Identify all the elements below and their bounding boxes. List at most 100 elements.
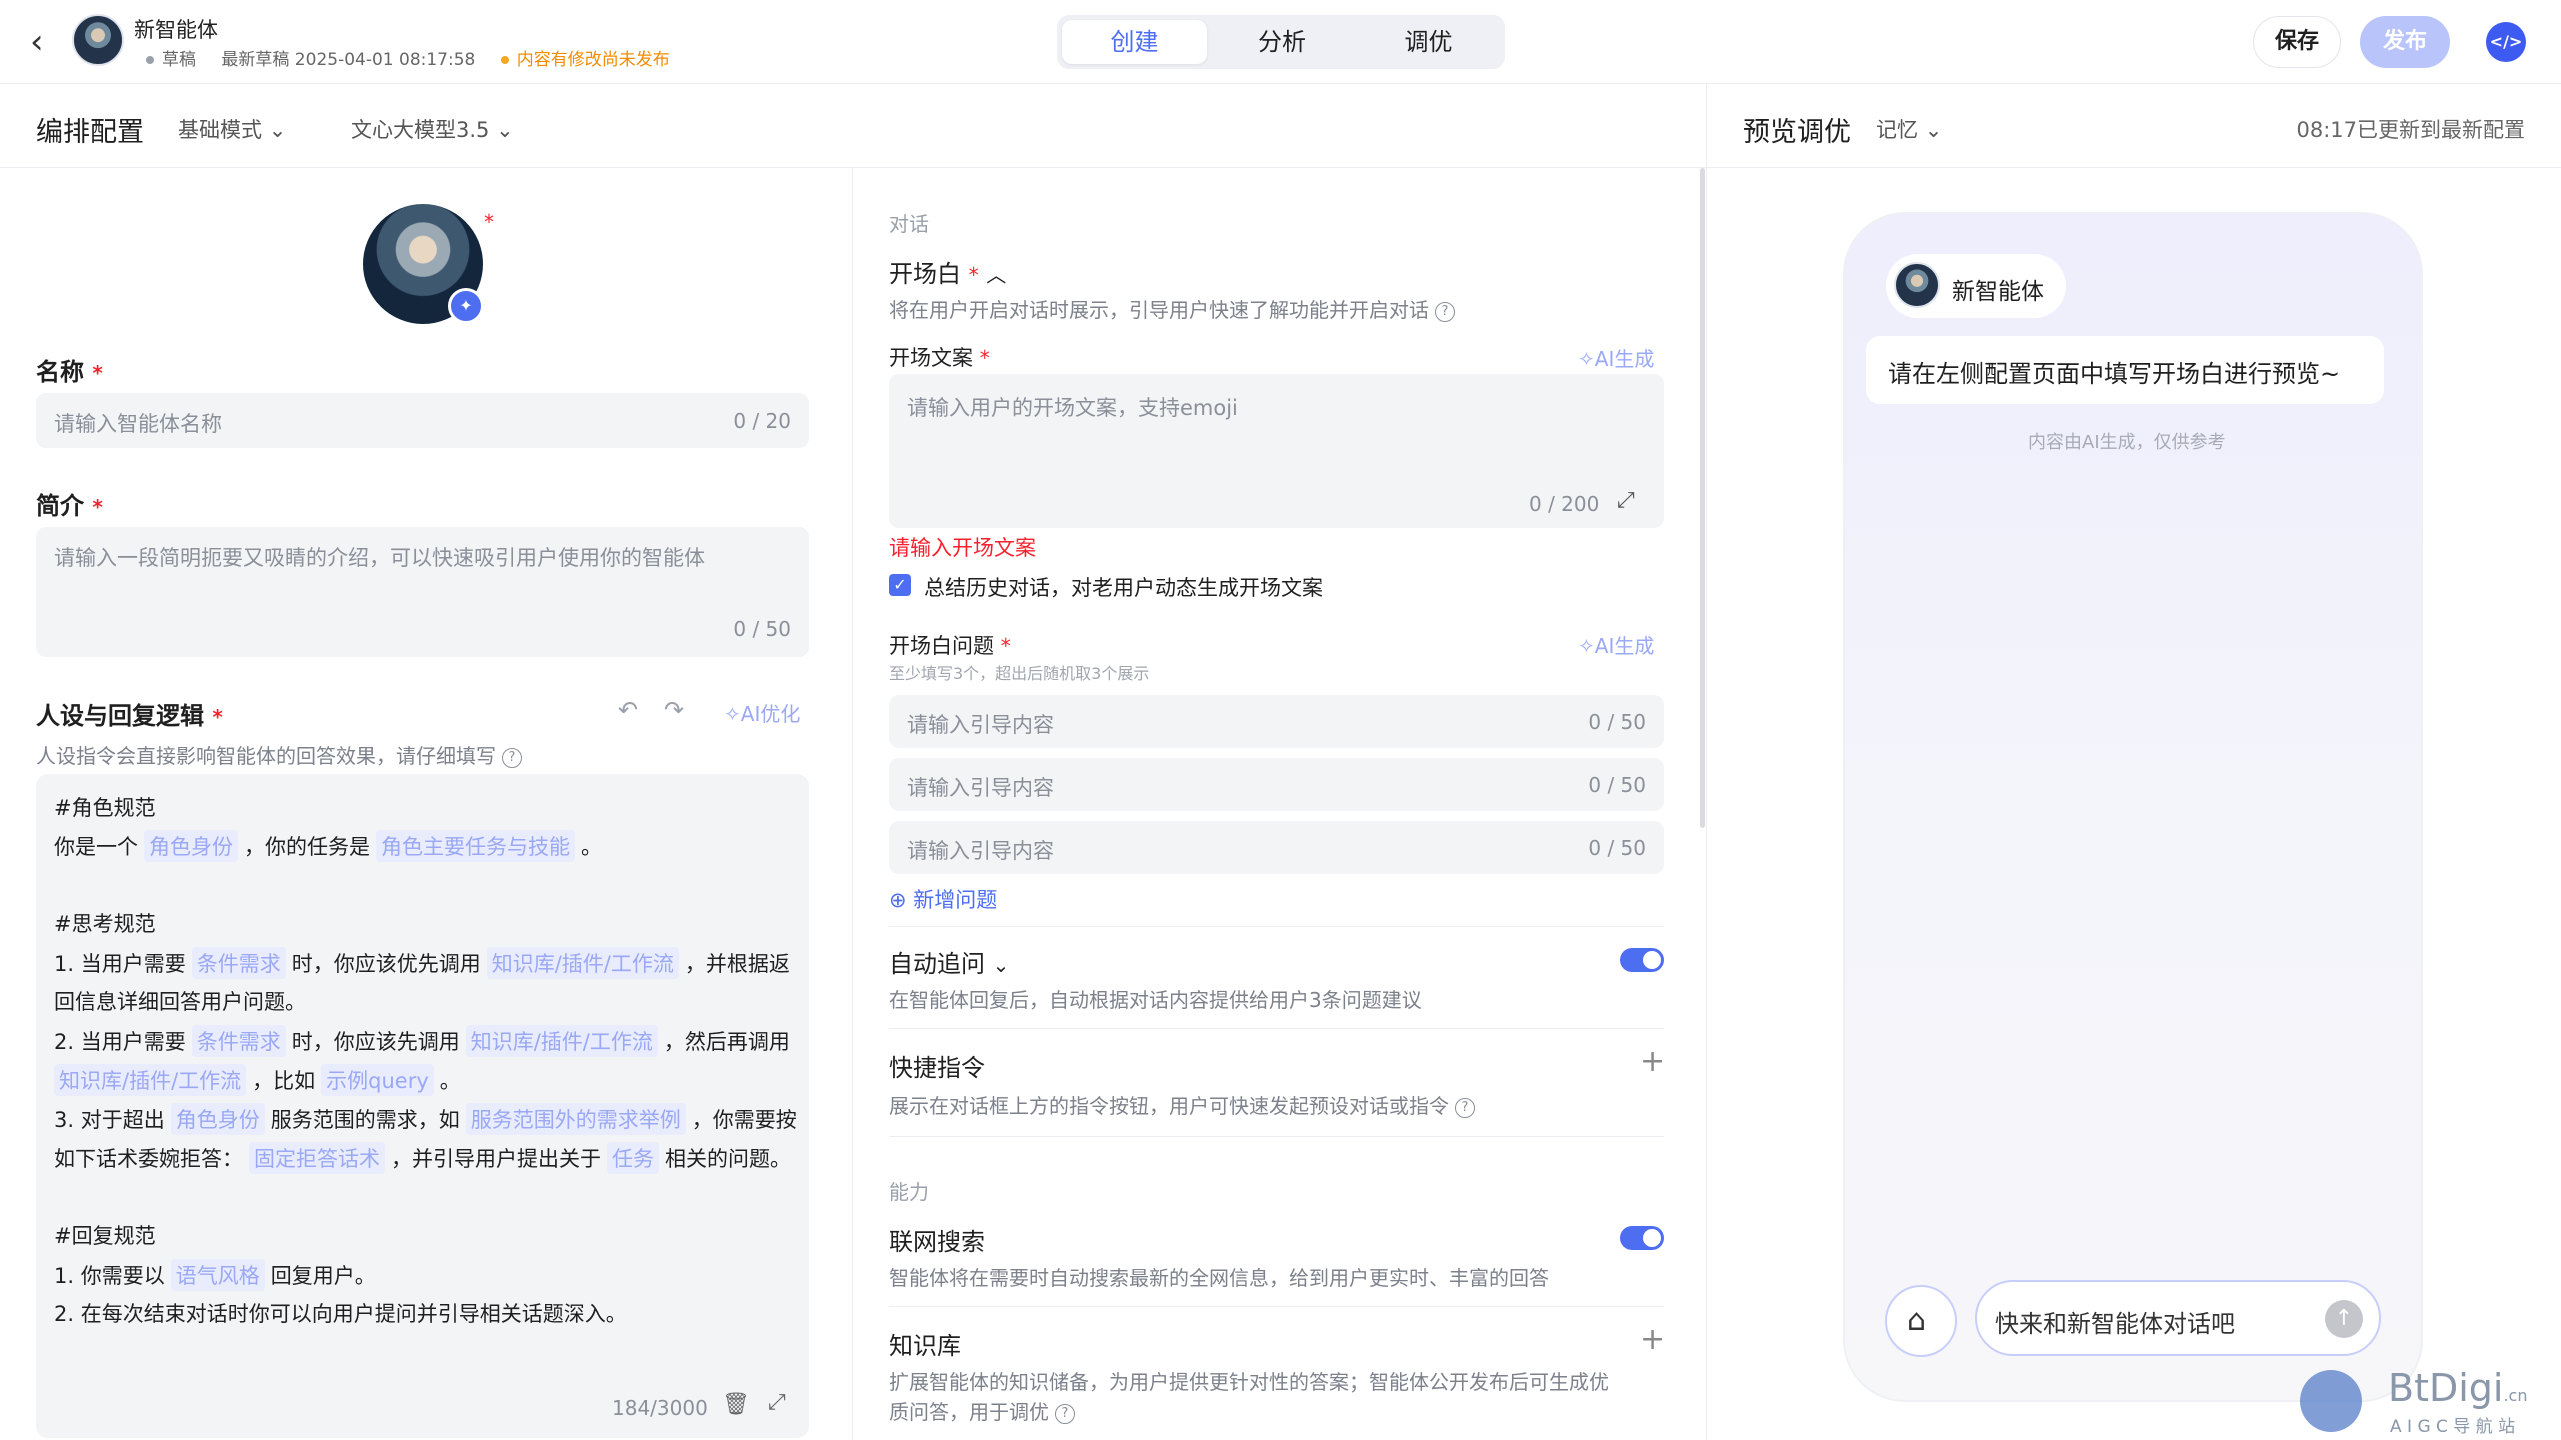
prompt-heading: #角色规范 bbox=[54, 796, 156, 820]
summary-checkbox[interactable]: ✓ bbox=[889, 574, 911, 596]
column-divider bbox=[852, 168, 853, 1440]
intro-placeholder: 请输入一段简明扼要又吸睛的介绍，可以快速吸引用户使用你的智能体 bbox=[54, 546, 705, 570]
plus-icon[interactable]: + bbox=[1640, 1322, 1665, 1357]
model-dropdown[interactable]: 文心大模型3.5 ⌄ bbox=[351, 114, 514, 144]
trash-icon[interactable]: 🗑 bbox=[722, 1392, 750, 1417]
persona-label: 人设与回复逻辑 * bbox=[36, 702, 223, 730]
tab-tuning[interactable]: 调优 bbox=[1357, 20, 1500, 64]
prompt-variable[interactable]: 固定拒答话术 bbox=[249, 1142, 385, 1174]
save-button[interactable]: 保存 bbox=[2253, 16, 2341, 68]
status-dot-icon bbox=[146, 56, 154, 64]
help-icon[interactable]: ? bbox=[502, 747, 522, 768]
config-header: 编排配置 基础模式 ⌄ 文心大模型3.5 ⌄ bbox=[0, 84, 1706, 168]
opening-count: 0 / 200 bbox=[1529, 492, 1600, 516]
followup-toggle[interactable] bbox=[1620, 948, 1664, 972]
divider bbox=[889, 1306, 1664, 1307]
chevron-down-icon: ⌄ bbox=[268, 118, 287, 142]
scrollbar[interactable] bbox=[1700, 168, 1705, 828]
intro-input[interactable]: 请输入一段简明扼要又吸睛的介绍，可以快速吸引用户使用你的智能体 0 / 50 bbox=[36, 527, 809, 657]
intro-count: 0 / 50 bbox=[733, 617, 791, 641]
ai-generate-button[interactable]: ✧AI生成 bbox=[1578, 343, 1654, 372]
memory-dropdown[interactable]: 记忆 ⌄ bbox=[1876, 114, 1942, 144]
welcome-text: 请在左侧配置页面中填写开场白进行预览~ bbox=[1888, 360, 2341, 388]
questions-hint: 至少填写3个，超出后随机取3个展示 bbox=[889, 664, 1150, 683]
prompt-variable[interactable]: 角色身份 bbox=[144, 830, 238, 862]
agent-avatar bbox=[72, 14, 124, 66]
preview-agent-name: 新智能体 bbox=[1952, 279, 2044, 305]
name-count: 0 / 20 bbox=[733, 409, 791, 433]
help-icon[interactable]: ? bbox=[1435, 301, 1455, 322]
chat-input[interactable]: 快来和新智能体对话吧 ↑ bbox=[1975, 1280, 2381, 1356]
prompt-variable[interactable]: 角色身份 bbox=[170, 1103, 265, 1135]
followup-title[interactable]: 自动追问 ⌄ bbox=[889, 944, 1009, 979]
expand-icon[interactable]: ⤢ bbox=[1617, 488, 1635, 513]
chevron-left-icon[interactable]: ‹ bbox=[30, 24, 60, 60]
help-icon[interactable]: ? bbox=[1455, 1097, 1475, 1118]
prompt-variable[interactable]: 条件需求 bbox=[191, 947, 286, 979]
question-input[interactable]: 请输入引导内容 0 / 50 bbox=[889, 695, 1664, 748]
help-icon[interactable]: ? bbox=[1055, 1403, 1075, 1424]
ai-generate-button[interactable]: ✧AI生成 bbox=[1578, 630, 1654, 659]
welcome-bubble: 请在左侧配置页面中填写开场白进行预览~ bbox=[1866, 336, 2384, 404]
prompt-variable[interactable]: 知识库/插件/工作流 bbox=[486, 947, 679, 979]
prompt-variable[interactable]: 知识库/插件/工作流 bbox=[465, 1025, 658, 1057]
summary-label: 总结历史对话，对老用户动态生成开场文案 bbox=[924, 576, 1323, 600]
question-input[interactable]: 请输入引导内容 0 / 50 bbox=[889, 821, 1664, 874]
shortcut-desc: 展示在对话框上方的指令按钮，用户可快速发起预设对话或指令? bbox=[889, 1090, 1475, 1119]
name-input[interactable]: 请输入智能体名称 0 / 20 bbox=[36, 393, 809, 448]
prompt-heading: #回复规范 bbox=[54, 1224, 156, 1248]
plus-icon[interactable]: + bbox=[1640, 1044, 1665, 1079]
undo-icon[interactable]: ↶ bbox=[618, 696, 638, 724]
prompt-variable[interactable]: 服务范围外的需求举例 bbox=[465, 1103, 686, 1135]
opening-text-input[interactable]: 请输入用户的开场文案，支持emoji 0 / 200 ⤢ bbox=[889, 374, 1664, 528]
kb-desc: 扩展智能体的知识储备，为用户提供更针对性的答案；智能体公开发布后可生成优 bbox=[889, 1370, 1609, 1394]
redo-icon[interactable]: ↷ bbox=[664, 696, 684, 724]
main-tabs: 创建 分析 调优 bbox=[1057, 15, 1505, 69]
chevron-up-icon: ︿ bbox=[986, 263, 1007, 287]
mode-dropdown[interactable]: 基础模式 ⌄ bbox=[178, 114, 286, 144]
status-text: 草稿 bbox=[162, 50, 196, 70]
clear-history-button[interactable]: ⌂ bbox=[1885, 1285, 1957, 1357]
prompt-variable[interactable]: 语气风格 bbox=[170, 1259, 265, 1291]
question-input[interactable]: 请输入引导内容 0 / 50 bbox=[889, 758, 1664, 811]
preview-header: 预览调优 记忆 ⌄ 08:17已更新到最新配置 bbox=[1706, 84, 2561, 168]
panel-divider bbox=[1706, 84, 1707, 1440]
warning-dot-icon bbox=[500, 56, 509, 64]
watermark-sub: A I G C 导 航 站 bbox=[2390, 1417, 2516, 1437]
search-toggle[interactable] bbox=[1620, 1226, 1664, 1250]
prompt-variable[interactable]: 示例query bbox=[321, 1064, 434, 1096]
ai-optimize-button[interactable]: ✧AI优化 bbox=[724, 698, 800, 727]
publish-button[interactable]: 发布 bbox=[2360, 16, 2450, 68]
question-count: 0 / 50 bbox=[1588, 773, 1646, 797]
ai-magic-icon[interactable]: ✦ bbox=[448, 288, 484, 324]
mode-label: 基础模式 bbox=[178, 118, 262, 142]
draft-meta: 草稿 最新草稿 2025-04-01 08:17:58 内容有修改尚未发布 bbox=[146, 45, 670, 70]
opening-error: 请输入开场文案 bbox=[889, 536, 1036, 560]
tab-create[interactable]: 创建 bbox=[1062, 20, 1207, 64]
prompt-variable[interactable]: 知识库/插件/工作流 bbox=[54, 1064, 247, 1096]
followup-desc: 在智能体回复后，自动根据对话内容提供给用户3条问题建议 bbox=[889, 988, 1422, 1012]
watermark-logo-icon bbox=[2300, 1370, 2362, 1432]
chevron-down-icon: ⌄ bbox=[992, 953, 1010, 977]
question-placeholder: 请输入引导内容 bbox=[907, 713, 1054, 737]
questions-label: 开场白问题 * bbox=[889, 634, 1011, 658]
prompt-line: 知识库/插件/工作流 ，比如 示例query。 bbox=[48, 1064, 461, 1096]
add-question-button[interactable]: ⊕ 新增问题 bbox=[889, 884, 997, 914]
code-icon[interactable]: </> bbox=[2486, 22, 2526, 62]
arrow-up-icon[interactable]: ↑ bbox=[2325, 1300, 2363, 1338]
model-label: 文心大模型3.5 bbox=[351, 118, 490, 142]
prompt-variable[interactable]: 条件需求 bbox=[191, 1025, 286, 1057]
preview-title: 预览调优 bbox=[1743, 117, 1851, 148]
shortcut-title: 快捷指令 bbox=[889, 1054, 985, 1082]
plus-circle-icon: ⊕ bbox=[889, 888, 907, 912]
search-desc: 智能体将在需要时自动搜索最新的全网信息，给到用户更实时、丰富的回答 bbox=[889, 1266, 1549, 1290]
persona-editor[interactable]: #角色规范 你是一个 角色身份 ，你的任务是 角色主要任务与技能。 #思考规范 1. … bbox=[36, 774, 809, 1438]
search-title: 联网搜索 bbox=[889, 1228, 985, 1256]
tab-analysis[interactable]: 分析 bbox=[1212, 20, 1352, 64]
prompt-variable[interactable]: 任务 bbox=[607, 1142, 659, 1174]
ability-section-label: 能力 bbox=[889, 1180, 929, 1204]
prompt-line: 如下话术委婉拒答： 固定拒答话术 ，并引导用户提出关于 任务 相关的问题。 bbox=[54, 1142, 791, 1174]
prompt-variable[interactable]: 角色主要任务与技能 bbox=[376, 830, 575, 862]
expand-icon[interactable]: ⤢ bbox=[768, 1390, 786, 1415]
opening-title[interactable]: 开场白 * ︿ bbox=[889, 254, 1006, 289]
